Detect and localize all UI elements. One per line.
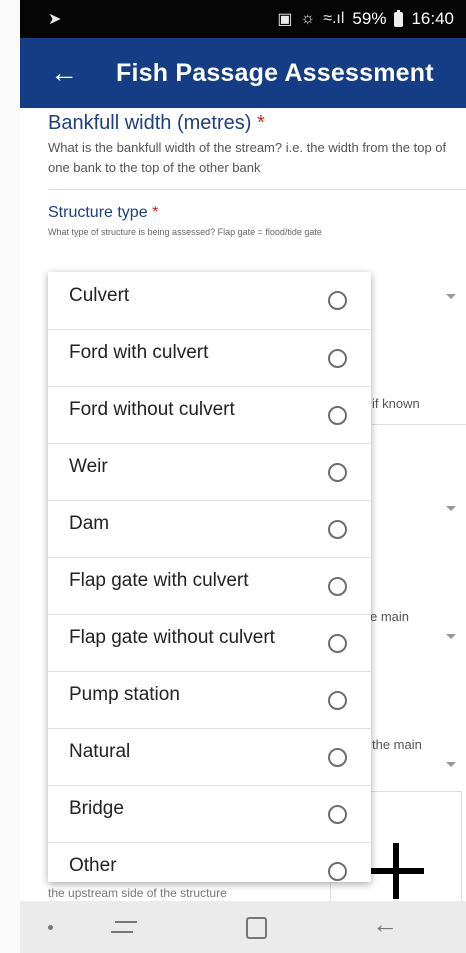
- app-bar: ← Fish Passage Assessment: [20, 38, 466, 108]
- nav-dot-icon[interactable]: [48, 925, 53, 930]
- send-icon: ➤: [48, 11, 62, 28]
- radio-unchecked-icon[interactable]: [328, 862, 347, 881]
- option-label: Dam: [69, 513, 110, 534]
- option-label: Ford without culvert: [69, 399, 235, 420]
- option-weir[interactable]: Weir: [48, 443, 371, 500]
- recent-apps-icon[interactable]: [109, 915, 139, 939]
- option-label: Culvert: [69, 284, 130, 306]
- radio-unchecked-icon[interactable]: [328, 349, 347, 368]
- radio-unchecked-icon[interactable]: [328, 748, 347, 767]
- dropdown-caret[interactable]: [446, 762, 456, 767]
- screen-edge: [0, 0, 20, 953]
- option-label: Ford with culvert: [69, 342, 209, 363]
- radio-unchecked-icon[interactable]: [328, 291, 347, 310]
- option-label: Pump station: [69, 684, 180, 705]
- home-icon[interactable]: [246, 917, 267, 939]
- radio-unchecked-icon[interactable]: [328, 406, 347, 425]
- option-label: Bridge: [69, 798, 124, 819]
- field-help-fragment: if known: [372, 396, 420, 411]
- field-divider: [372, 424, 466, 425]
- alarm-icon: ☼: [300, 10, 316, 27]
- option-flap-gate-with-culvert[interactable]: Flap gate with culvert: [48, 557, 371, 614]
- status-bar: ➤ ▣ ☼ ≈.ıl 59% 16:40: [20, 0, 466, 38]
- field-help-fragment: e main: [370, 609, 410, 624]
- option-pump-station[interactable]: Pump station: [48, 671, 371, 728]
- dropdown-caret[interactable]: [446, 634, 456, 639]
- bankfull-width-input-line[interactable]: [48, 189, 466, 190]
- structure-type-label: Structure type: [48, 204, 148, 221]
- back-icon[interactable]: ←: [372, 911, 398, 937]
- structure-type-title: Structure type *: [48, 204, 158, 222]
- option-other[interactable]: Other: [48, 842, 371, 882]
- field-help-fragment: the main: [372, 737, 422, 752]
- radio-unchecked-icon[interactable]: [328, 634, 347, 653]
- dropdown-caret[interactable]: [446, 506, 456, 511]
- radio-unchecked-icon[interactable]: [328, 520, 347, 539]
- option-label: Flap gate without culvert: [69, 627, 275, 648]
- system-nav-bar: ←: [20, 901, 466, 953]
- cast-icon: ▣: [277, 11, 293, 28]
- status-right: ▣ ☼ ≈.ıl 59% 16:40: [277, 9, 454, 29]
- option-culvert[interactable]: Culvert: [48, 272, 371, 329]
- option-label: Other: [69, 855, 117, 876]
- option-dam[interactable]: Dam: [48, 500, 371, 557]
- back-arrow-icon[interactable]: ←: [50, 59, 78, 87]
- wifi-signal-icon: ≈.ıl: [323, 10, 345, 27]
- structure-type-options: Culvert Ford with culvert Ford without c…: [48, 272, 371, 882]
- photo-help-text: the upstream side of the structure: [48, 886, 227, 900]
- add-photo-icon[interactable]: [368, 843, 424, 899]
- option-flap-gate-without-culvert[interactable]: Flap gate without culvert: [48, 614, 371, 671]
- option-ford-without-culvert[interactable]: Ford without culvert: [48, 386, 371, 443]
- radio-unchecked-icon[interactable]: [328, 463, 347, 482]
- page-title: Fish Passage Assessment: [116, 58, 434, 87]
- battery-icon: [394, 9, 404, 27]
- radio-unchecked-icon[interactable]: [328, 805, 347, 824]
- clock: 16:40: [411, 9, 454, 28]
- bankfull-width-title: Bankfull width (metres) *: [48, 112, 265, 135]
- required-mark: *: [256, 112, 265, 134]
- option-label: Flap gate with culvert: [69, 570, 249, 591]
- option-bridge[interactable]: Bridge: [48, 785, 371, 842]
- structure-type-dropdown-caret[interactable]: [446, 294, 456, 299]
- structure-type-help: What type of structure is being assessed…: [48, 227, 322, 237]
- radio-unchecked-icon[interactable]: [328, 577, 347, 596]
- bankfull-width-help: What is the bankfull width of the stream…: [48, 140, 447, 175]
- bankfull-width-label: Bankfull width (metres): [48, 112, 252, 134]
- option-natural[interactable]: Natural: [48, 728, 371, 785]
- option-ford-with-culvert[interactable]: Ford with culvert: [48, 329, 371, 386]
- option-label: Weir: [69, 456, 108, 477]
- option-label: Natural: [69, 741, 131, 762]
- required-mark: *: [152, 204, 159, 221]
- battery-percent: 59%: [352, 9, 387, 28]
- radio-unchecked-icon[interactable]: [328, 691, 347, 710]
